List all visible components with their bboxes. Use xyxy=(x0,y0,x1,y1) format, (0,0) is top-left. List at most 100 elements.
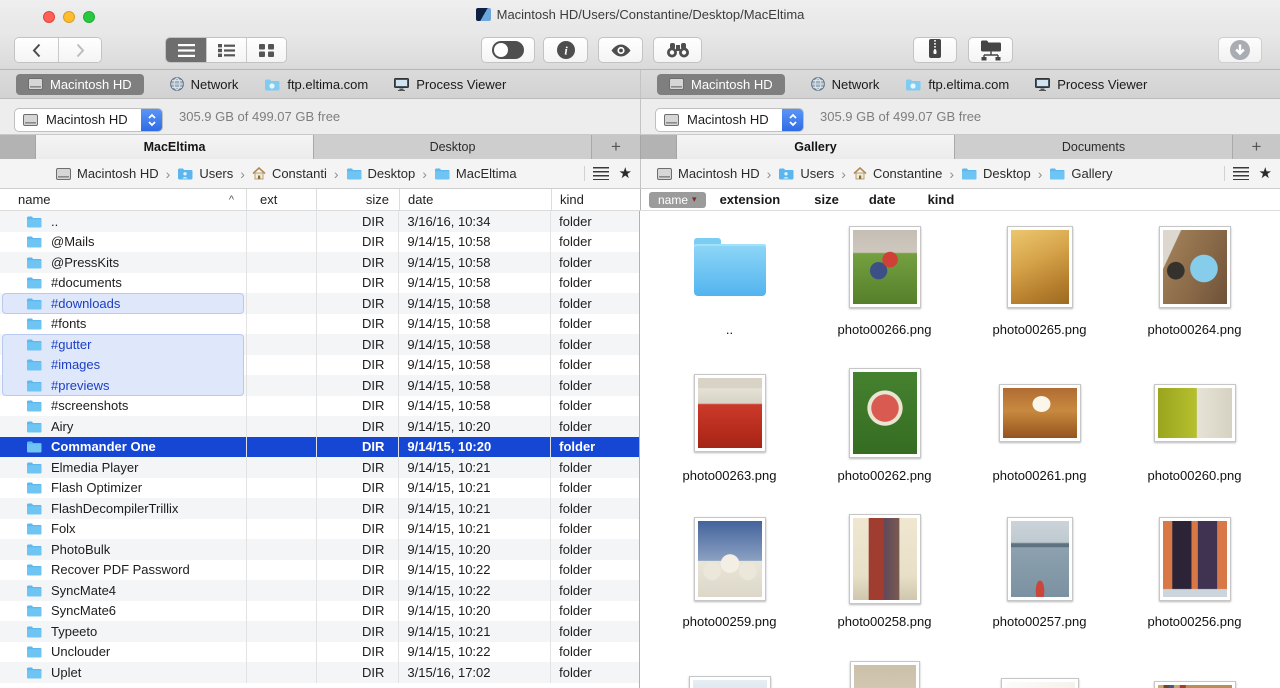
gallery-item-photo00263-png[interactable]: photo00263.png xyxy=(652,357,807,503)
file-row-presskits[interactable]: @PressKitsDIR9/14/15, 10:58folder xyxy=(0,252,639,273)
file-date-cell: 9/14/15, 10:58 xyxy=(399,232,551,253)
file-row-documents[interactable]: #documentsDIR9/14/15, 10:58folder xyxy=(0,273,639,294)
file-date-cell: 9/14/15, 10:21 xyxy=(399,621,551,642)
gallery-item-photo00266-png[interactable]: photo00266.png xyxy=(807,211,962,357)
file-row-typeeto[interactable]: TypeetoDIR9/14/15, 10:21folder xyxy=(0,621,639,642)
file-row-mails[interactable]: @MailsDIR9/14/15, 10:58folder xyxy=(0,232,639,253)
gallery-item-photo00256-png[interactable]: photo00256.png xyxy=(1117,503,1272,649)
sort-by-name-pill[interactable]: name▾ xyxy=(649,192,706,208)
file-row-downloads[interactable]: #downloadsDIR9/14/15, 10:58folder xyxy=(0,293,639,314)
network-connections-button[interactable] xyxy=(968,37,1013,63)
tab-maceltima[interactable]: MacEltima xyxy=(36,135,314,159)
dual-pane-toggle-button[interactable] xyxy=(481,37,535,63)
tab-documents[interactable]: Documents xyxy=(955,135,1233,159)
breadcrumb-desktop[interactable]: Desktop xyxy=(961,166,1031,181)
info-button[interactable]: i xyxy=(543,37,588,63)
file-row-flash-optimizer[interactable]: Flash OptimizerDIR9/14/15, 10:21folder xyxy=(0,478,639,499)
file-row-uplet[interactable]: UpletDIR3/15/16, 17:02folder xyxy=(0,662,639,683)
file-row-flashdecompilertrillix[interactable]: FlashDecompilerTrillixDIR9/14/15, 10:21f… xyxy=(0,498,639,519)
column-header-ext[interactable]: ext xyxy=(247,189,317,210)
tab-desktop[interactable]: Desktop xyxy=(314,135,592,159)
folder-icon xyxy=(26,297,42,310)
breadcrumb-macintosh-hd[interactable]: Macintosh HD xyxy=(56,166,159,181)
gallery-item-photo00257-png[interactable]: photo00257.png xyxy=(962,503,1117,649)
device-tab-macintosh-hd[interactable]: Macintosh HD xyxy=(657,74,785,95)
file-row-item[interactable]: ..DIR3/16/16, 10:34folder xyxy=(0,211,639,232)
gallery-item-item[interactable] xyxy=(652,649,807,688)
left-new-tab-button[interactable]: + xyxy=(592,135,640,159)
gallery-item-photo00261-png[interactable]: photo00261.png xyxy=(962,357,1117,503)
breadcrumb-maceltima[interactable]: MacEltima xyxy=(434,166,517,181)
sort-by-kind[interactable]: kind xyxy=(928,192,955,207)
sort-by-extension[interactable]: extension xyxy=(720,192,781,207)
file-row-recover-pdf-password[interactable]: Recover PDF PasswordDIR9/14/15, 10:22fol… xyxy=(0,560,639,581)
search-button[interactable] xyxy=(653,37,702,63)
file-row-elmedia-player[interactable]: Elmedia PlayerDIR9/14/15, 10:21folder xyxy=(0,457,639,478)
gallery-item-parent-folder[interactable]: .. xyxy=(652,211,807,357)
device-tab-network[interactable]: Network xyxy=(811,74,880,95)
device-tab-process-viewer[interactable]: Process Viewer xyxy=(1035,74,1147,95)
column-header-kind[interactable]: kind xyxy=(552,189,640,210)
column-header-size[interactable]: size xyxy=(317,189,400,210)
left-drive-stepper[interactable] xyxy=(141,109,162,131)
right-new-tab-button[interactable]: + xyxy=(1233,135,1280,159)
gallery-item-item[interactable] xyxy=(962,649,1117,688)
column-header-name[interactable]: name^ xyxy=(0,189,247,210)
gallery-item-photo00259-png[interactable]: photo00259.png xyxy=(652,503,807,649)
favorites-star-icon[interactable]: ★ xyxy=(1259,166,1272,181)
breadcrumb-gallery[interactable]: Gallery xyxy=(1049,166,1112,181)
device-tab-ftp-eltima-com[interactable]: ftp.eltima.com xyxy=(264,74,368,95)
path-menu-icon[interactable] xyxy=(593,167,609,180)
file-row-syncmate6[interactable]: SyncMate6DIR9/14/15, 10:20folder xyxy=(0,601,639,622)
device-tab-process-viewer[interactable]: Process Viewer xyxy=(394,74,506,95)
list-view-button[interactable] xyxy=(166,38,206,62)
file-row-syncmate4[interactable]: SyncMate4DIR9/14/15, 10:22folder xyxy=(0,580,639,601)
gallery-item-photo00265-png[interactable]: photo00265.png xyxy=(962,211,1117,357)
file-size-cell: DIR xyxy=(317,396,400,417)
downloads-button[interactable] xyxy=(1218,37,1262,63)
forward-button[interactable] xyxy=(58,38,101,62)
file-row-fonts[interactable]: #fontsDIR9/14/15, 10:58folder xyxy=(0,314,639,335)
gallery-item-photo00264-png[interactable]: photo00264.png xyxy=(1117,211,1272,357)
breadcrumb-constantine[interactable]: Constantine xyxy=(853,166,942,181)
device-tab-macintosh-hd[interactable]: Macintosh HD xyxy=(16,74,144,95)
file-row-images[interactable]: #imagesDIR9/14/15, 10:58folder xyxy=(0,355,639,376)
left-drive-selector[interactable]: Macintosh HD xyxy=(14,108,163,132)
breadcrumb-users[interactable]: Users xyxy=(177,166,233,181)
breadcrumb-desktop[interactable]: Desktop xyxy=(346,166,416,181)
gallery-item-item[interactable] xyxy=(807,649,962,688)
file-row-commander-one[interactable]: Commander OneDIR9/14/15, 10:20folder xyxy=(0,437,639,458)
file-row-airy[interactable]: AiryDIR9/14/15, 10:20folder xyxy=(0,416,639,437)
right-drive-selector[interactable]: Macintosh HD xyxy=(655,108,804,132)
file-row-unclouder[interactable]: UnclouderDIR9/14/15, 10:22folder xyxy=(0,642,639,663)
gallery-item-photo00262-png[interactable]: photo00262.png xyxy=(807,357,962,503)
thumbnail-view-button[interactable] xyxy=(246,38,286,62)
detail-view-button[interactable] xyxy=(206,38,246,62)
archive-button[interactable] xyxy=(913,37,957,63)
preview-button[interactable] xyxy=(598,37,643,63)
toolbar: i xyxy=(0,30,1280,70)
right-drive-stepper[interactable] xyxy=(782,109,803,131)
file-row-screenshots[interactable]: #screenshotsDIR9/14/15, 10:58folder xyxy=(0,396,639,417)
favorites-star-icon[interactable]: ★ xyxy=(619,166,632,181)
breadcrumb-constanti[interactable]: Constanti xyxy=(252,166,327,181)
file-row-folx[interactable]: FolxDIR9/14/15, 10:21folder xyxy=(0,519,639,540)
device-tab-network[interactable]: Network xyxy=(170,74,239,95)
sort-by-size[interactable]: size xyxy=(814,192,839,207)
path-menu-icon[interactable] xyxy=(1233,167,1249,180)
thumbnail-box xyxy=(962,509,1117,609)
breadcrumb-users[interactable]: Users xyxy=(778,166,834,181)
sort-by-date[interactable]: date xyxy=(869,192,896,207)
breadcrumb-macintosh-hd[interactable]: Macintosh HD xyxy=(657,166,760,181)
back-button[interactable] xyxy=(15,38,58,62)
file-row-gutter[interactable]: #gutterDIR9/14/15, 10:58folder xyxy=(0,334,639,355)
file-row-photobulk[interactable]: PhotoBulkDIR9/14/15, 10:20folder xyxy=(0,539,639,560)
right-column-headers: name▾ extension size date kind xyxy=(640,189,1280,210)
column-header-date[interactable]: date xyxy=(400,189,552,210)
device-tab-ftp-eltima-com[interactable]: ftp.eltima.com xyxy=(905,74,1009,95)
tab-gallery[interactable]: Gallery xyxy=(677,135,955,159)
gallery-item-photo00260-png[interactable]: photo00260.png xyxy=(1117,357,1272,503)
gallery-item-photo00258-png[interactable]: photo00258.png xyxy=(807,503,962,649)
file-row-previews[interactable]: #previewsDIR9/14/15, 10:58folder xyxy=(0,375,639,396)
gallery-item-item[interactable] xyxy=(1117,649,1272,688)
